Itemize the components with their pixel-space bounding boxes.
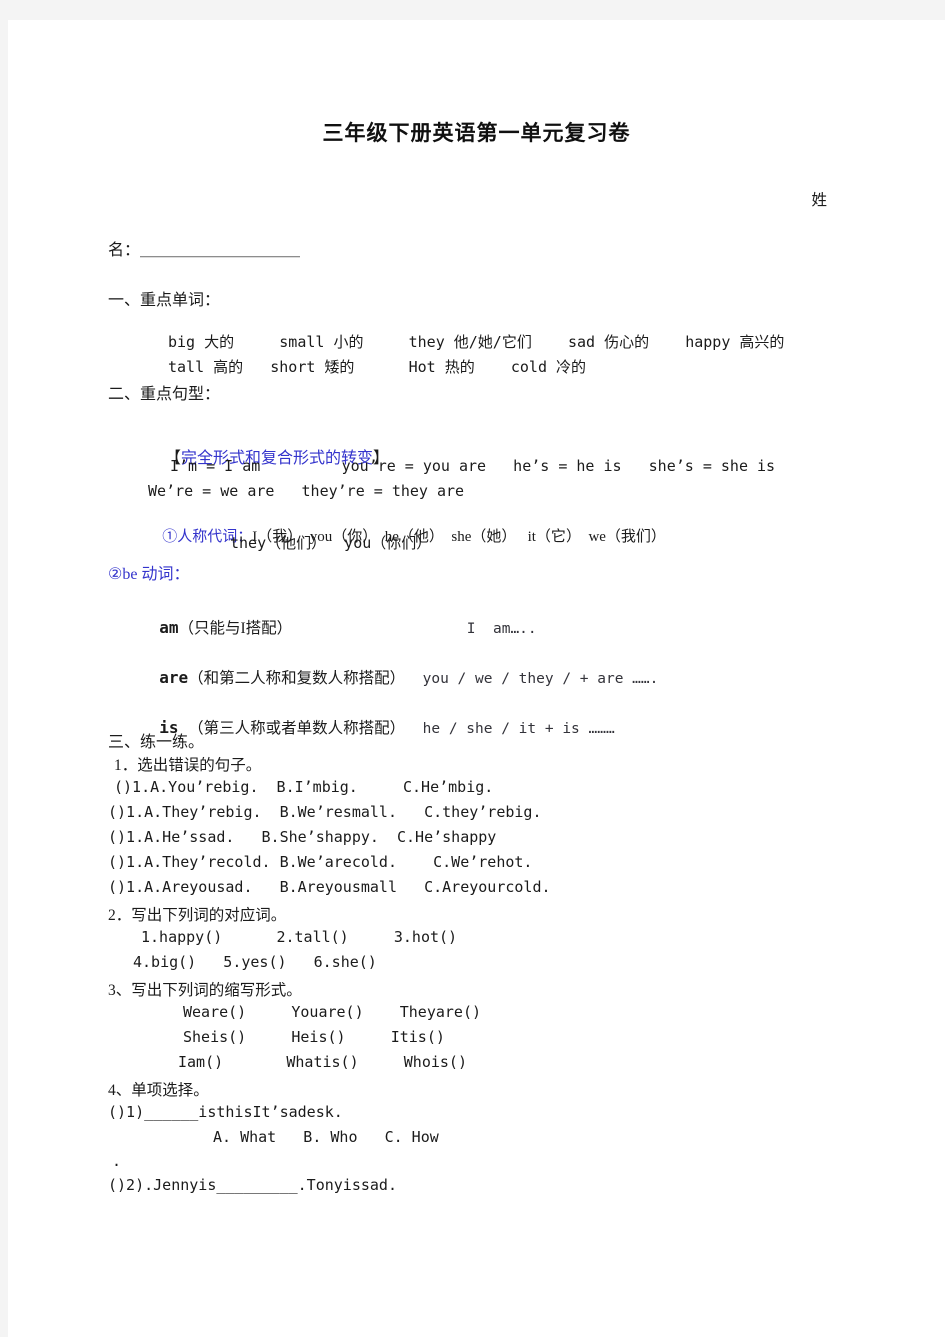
be-row-is: is （第三人称或者单数人称搭配） he / she / it + is ……… <box>136 698 615 756</box>
contraction-line-1: I’m = I am you’re = you are he’s = he is… <box>170 457 776 475</box>
exercise-2-title: 2．写出下列词的对应词。 <box>108 907 287 924</box>
contraction-line-2: We’re = we are they’re = they are <box>148 482 465 500</box>
exercise-1-item-2[interactable]: ()1.A.They’rebig. B.We’resmall. C.they’r… <box>108 803 541 821</box>
vocab-row-1: big 大的 small 小的 they 他/她/它们 sad 伤心的 happ… <box>168 333 785 351</box>
section-3-heading: 三、练一练。 <box>108 734 205 751</box>
exercise-3-line-2[interactable]: Sheis() Heis() Itis() <box>183 1028 445 1046</box>
be-note-am: （只能与I搭配） <box>178 620 293 637</box>
be-note-are: （和第二人称和复数人称搭配） <box>188 670 406 687</box>
student-name-field[interactable]: 名：＿＿＿＿＿＿＿＿＿＿ <box>108 236 300 260</box>
exercise-1-title: 1．选出错误的句子。 <box>114 757 262 774</box>
be-gap-am <box>292 621 467 637</box>
be-gap-is <box>405 721 422 737</box>
exercise-4-item-1-options[interactable]: A. What B. Who C. How <box>213 1128 439 1146</box>
be-keyword-am: am <box>159 618 179 637</box>
exercise-3-line-1[interactable]: Weare() Youare() Theyare() <box>183 1003 481 1021</box>
page-content: 三年级下册英语第一单元复习卷 姓 名：＿＿＿＿＿＿＿＿＿＿ 一、重点单词： bi… <box>8 20 945 1337</box>
be-note-is: （第三人称或者单数人称搭配） <box>188 720 406 737</box>
exercise-2-line-1[interactable]: 1.happy() 2.tall() 3.hot() <box>141 928 457 946</box>
exercise-1-item-3[interactable]: ()1.A.He’ssad. B.She’shappy. C.He’shappy <box>108 828 496 846</box>
be-example-is: he / she / it + is ……… <box>422 721 615 737</box>
section-1-heading: 一、重点单词： <box>108 292 221 309</box>
be-example-am: I am….. <box>466 621 537 637</box>
exercise-4-stray-period: . <box>112 1152 122 1170</box>
pronoun-block-line-2: they（他们） you（你们） <box>230 534 432 552</box>
be-gap-are <box>405 671 422 687</box>
exercise-1-item-5[interactable]: ()1.A.Areyousad. B.Areyousmall C.Areyour… <box>108 878 551 896</box>
page-title: 三年级下册英语第一单元复习卷 <box>322 121 631 145</box>
exercise-2-line-2[interactable]: 4.big() 5.yes() 6.she() <box>133 953 377 971</box>
exercise-3-line-3[interactable]: Iam() Whatis() Whois() <box>178 1053 467 1071</box>
vocab-row-2: tall 高的 short 矮的 Hot 热的 cold 冷的 <box>168 358 587 376</box>
exercise-4-title: 4、单项选择。 <box>108 1082 209 1099</box>
be-example-are: you / we / they / + are ……. <box>422 671 659 687</box>
exercise-4-item-2[interactable]: ()2).Jennyis_________.Tonyissad. <box>108 1176 397 1194</box>
student-name-label-right: 姓 <box>811 192 827 209</box>
document-page: 三年级下册英语第一单元复习卷 姓 名：＿＿＿＿＿＿＿＿＿＿ 一、重点单词： bi… <box>8 20 945 1337</box>
exercise-3-title: 3、写出下列词的缩写形式。 <box>108 982 302 999</box>
exercise-1-item-1[interactable]: ()1.A.You’rebig. B.I’mbig. C.He’mbig. <box>114 778 493 796</box>
exercise-4-item-1[interactable]: ()1)______isthisIt’sadesk. <box>108 1103 343 1121</box>
exercise-1-item-4[interactable]: ()1.A.They’recold. B.We’arecold. C.We’re… <box>108 853 532 871</box>
section-2-heading: 二、重点句型： <box>108 386 221 403</box>
be-keyword-are: are <box>159 668 189 687</box>
contraction-block-title: 【完全形式和复合形式的转变】 <box>141 426 389 486</box>
be-verb-heading: ②be 动词： <box>108 566 190 583</box>
